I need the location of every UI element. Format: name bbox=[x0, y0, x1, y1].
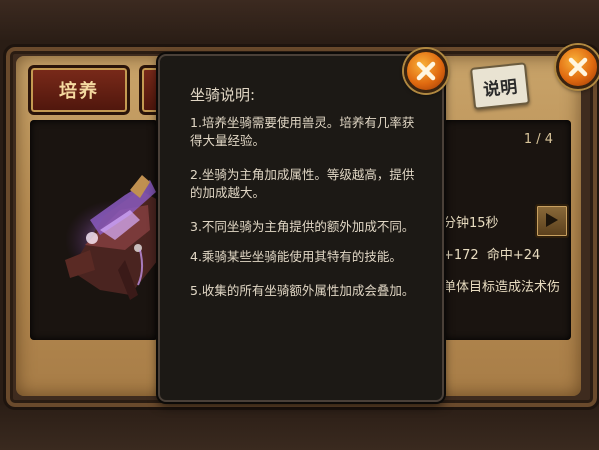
dialog-item: 1.培养坐骑需要使用兽灵。培养有几率获得大量经验。 bbox=[190, 115, 415, 148]
dialog-title: 坐骑说明: bbox=[190, 86, 256, 104]
dialog-item: 5.收集的所有坐骑额外属性加成会叠加。 bbox=[190, 283, 415, 298]
help-badge-label: 说明 bbox=[482, 76, 519, 101]
help-badge[interactable]: 说明 bbox=[469, 62, 531, 110]
top-bar-background bbox=[0, 0, 599, 40]
next-page-button[interactable] bbox=[535, 204, 569, 238]
mount-preview-left bbox=[30, 120, 158, 340]
close-icon bbox=[568, 57, 588, 77]
dialog-item: 2.坐骑为主角加成属性。等级越高，提供的加成越大。 bbox=[190, 167, 415, 200]
attribute-bonus-text: +172 命中+24 bbox=[443, 248, 541, 263]
tab-cultivate-label: 培养 bbox=[59, 81, 99, 102]
mount-help-dialog: 坐骑说明: 1.培养坐骑需要使用兽灵。培养有几率获得大量经验。 2.坐骑为主角加… bbox=[158, 54, 444, 402]
close-panel-button[interactable] bbox=[556, 45, 599, 89]
time-remaining-text: 分钟15秒 bbox=[443, 216, 499, 231]
mount-creature-image bbox=[65, 175, 158, 300]
skill-description-text: 单体目标造成法术伤 bbox=[443, 280, 561, 295]
bottom-bar-background bbox=[0, 405, 599, 450]
dialog-item: 3.不同坐骑为主角提供的额外加成不同。 bbox=[190, 219, 415, 234]
play-arrow-icon bbox=[546, 213, 558, 227]
page-indicator: 1 / 4 bbox=[523, 132, 553, 147]
dialog-item-list: 1.培养坐骑需要使用兽灵。培养有几率获得大量经验。 2.坐骑为主角加成属性。等级… bbox=[190, 114, 426, 316]
tab-cultivate[interactable]: 培养 bbox=[28, 65, 130, 115]
close-dialog-button[interactable] bbox=[404, 49, 448, 93]
close-icon bbox=[416, 61, 436, 81]
dialog-item: 4.乘骑某些坐骑能使用其特有的技能。 bbox=[190, 249, 402, 264]
mount-info-panel: 1 / 4 分钟15秒 +172 命中+24 单体目标造成法术伤 bbox=[443, 120, 571, 340]
